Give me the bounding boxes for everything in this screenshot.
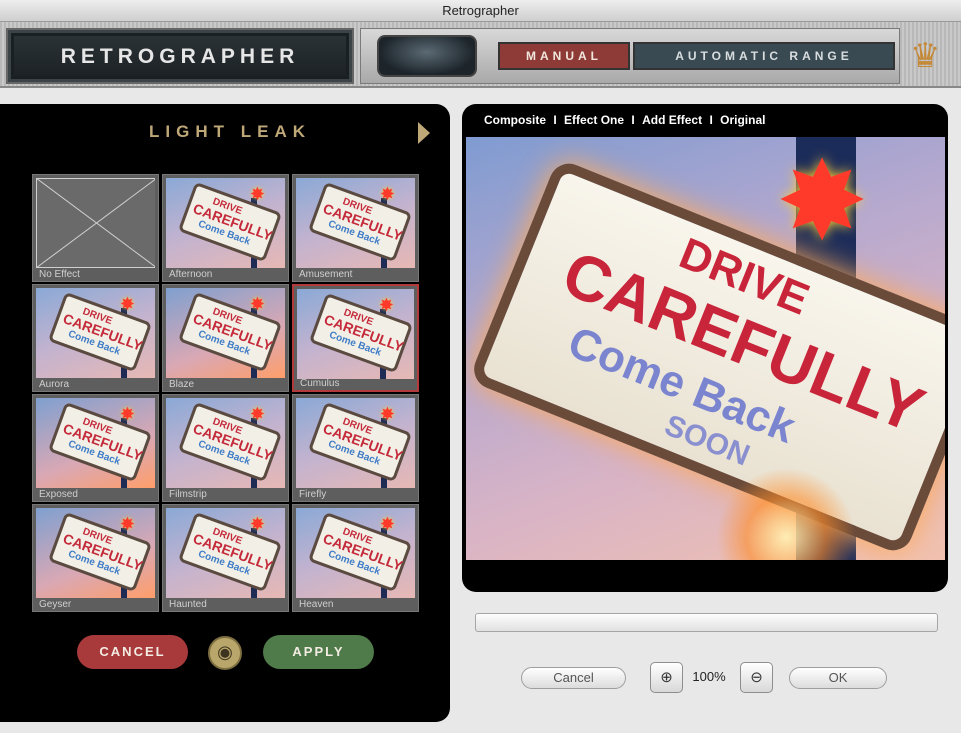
zoom-in-icon[interactable]: ⊕ — [650, 662, 683, 693]
preview-sign: DRIVE CAREFULLY Come Back SOON — [468, 157, 945, 557]
zoom-out-icon[interactable]: ⊖ — [740, 662, 773, 693]
neon-star-icon: ✸ — [379, 514, 395, 534]
thumb-label: Blaze — [169, 379, 195, 390]
thumb-image-sign: DRIVE CAREFULLY Come Back — [308, 292, 414, 374]
thumb-image-sign: DRIVE CAREFULLY Come Back — [47, 511, 153, 593]
effect-cancel-button[interactable]: CANCEL — [77, 635, 188, 669]
effect-thumb-geyser[interactable]: DRIVE CAREFULLY Come Back ✸ Geyser — [32, 504, 159, 612]
effect-thumb-blaze[interactable]: DRIVE CAREFULLY Come Back ✸ Blaze — [162, 284, 289, 392]
effect-thumb-cumulus[interactable]: DRIVE CAREFULLY Come Back ✸ Cumulus — [292, 284, 419, 392]
thumb-image: DRIVE CAREFULLY Come Back ✸ — [297, 289, 414, 379]
thumb-label: Heaven — [299, 599, 334, 610]
effect-thumb-no-effect[interactable]: No Effect — [32, 174, 159, 282]
tab-add-effect[interactable]: Add Effect — [642, 113, 702, 127]
thumb-image: DRIVE CAREFULLY Come Back ✸ — [166, 398, 285, 488]
neon-star-icon: ✸ — [119, 294, 135, 314]
preview-panel: Composite I Effect One I Add Effect I Or… — [462, 104, 948, 592]
tab-separator: I — [553, 113, 557, 127]
triangle-right-icon[interactable] — [418, 122, 430, 144]
app-logo: RETROGRAPHER — [6, 28, 354, 84]
thumb-image: DRIVE CAREFULLY Come Back ✸ — [36, 508, 155, 598]
thumb-label: Firefly — [299, 489, 327, 500]
crown-icon[interactable]: ♛ — [910, 36, 940, 76]
effects-panel: LIGHT LEAK No Effect DRIVE CAREFULLY Com… — [0, 104, 450, 722]
thumb-image-sign: DRIVE CAREFULLY Come Back — [177, 181, 283, 263]
window-title: Retrographer — [442, 3, 519, 18]
tab-separator: I — [631, 113, 635, 127]
effect-category-title: LIGHT LEAK — [149, 122, 311, 141]
ok-button[interactable]: OK — [789, 667, 887, 689]
cancel-button[interactable]: Cancel — [521, 667, 626, 689]
automatic-range-mode-button[interactable]: AUTOMATIC RANGE — [633, 42, 895, 70]
thumb-image-sign: DRIVE CAREFULLY Come Back — [47, 291, 153, 373]
preview-image[interactable]: DRIVE CAREFULLY Come Back SOON ✸ — [466, 137, 945, 560]
thumb-image: DRIVE CAREFULLY Come Back ✸ — [166, 178, 285, 268]
preview-tab-bar: Composite I Effect One I Add Effect I Or… — [484, 113, 765, 127]
effect-thumb-aurora[interactable]: DRIVE CAREFULLY Come Back ✸ Aurora — [32, 284, 159, 392]
neon-star-icon: ✸ — [379, 404, 395, 424]
tab-separator: I — [709, 113, 713, 127]
effect-thumb-amusement[interactable]: DRIVE CAREFULLY Come Back ✸ Amusement — [292, 174, 419, 282]
thumb-image-sign: DRIVE CAREFULLY Come Back — [307, 511, 413, 593]
thumb-label: Aurora — [39, 379, 70, 390]
thumb-image-sign: DRIVE CAREFULLY Come Back — [177, 291, 283, 373]
effect-thumbnail-grid: No Effect DRIVE CAREFULLY Come Back ✸ Af… — [32, 174, 420, 612]
thumb-label: Amusement — [299, 269, 353, 280]
thumb-label: Cumulus — [300, 378, 340, 389]
thumb-label: Exposed — [39, 489, 78, 500]
neon-star-icon: ✸ — [249, 514, 265, 534]
effect-thumb-haunted[interactable]: DRIVE CAREFULLY Come Back ✸ Haunted — [162, 504, 289, 612]
thumb-image: DRIVE CAREFULLY Come Back ✸ — [36, 398, 155, 488]
thumb-image-sign: DRIVE CAREFULLY Come Back — [177, 511, 283, 593]
thumb-label: Geyser — [39, 599, 72, 610]
tab-composite[interactable]: Composite — [484, 113, 546, 127]
thumb-image: DRIVE CAREFULLY Come Back ✸ — [296, 508, 415, 598]
thumb-image-sign: DRIVE CAREFULLY Come Back — [47, 401, 153, 483]
window-title-bar: Retrographer — [0, 0, 961, 22]
effect-thumb-firefly[interactable]: DRIVE CAREFULLY Come Back ✸ Firefly — [292, 394, 419, 502]
effect-thumb-afternoon[interactable]: DRIVE CAREFULLY Come Back ✸ Afternoon — [162, 174, 289, 282]
effect-thumb-exposed[interactable]: DRIVE CAREFULLY Come Back ✸ Exposed — [32, 394, 159, 502]
effect-apply-button[interactable]: APPLY — [263, 635, 374, 669]
thumb-image-sign: DRIVE CAREFULLY Come Back — [177, 401, 283, 483]
thumb-image: DRIVE CAREFULLY Come Back ✸ — [296, 178, 415, 268]
thumb-image-sign: DRIVE CAREFULLY Come Back — [307, 181, 413, 263]
neon-star-icon: ✸ — [249, 404, 265, 424]
effect-thumb-filmstrip[interactable]: DRIVE CAREFULLY Come Back ✸ Filmstrip — [162, 394, 289, 502]
lens-decoration-icon — [377, 35, 477, 77]
neon-star-icon: ✸ — [119, 514, 135, 534]
thumb-label: Filmstrip — [169, 489, 207, 500]
mode-plate: MANUAL AUTOMATIC RANGE — [360, 28, 900, 84]
neon-star-icon: ✸ — [379, 184, 395, 204]
thumb-image: DRIVE CAREFULLY Come Back ✸ — [296, 398, 415, 488]
eye-icon[interactable]: ◉ — [208, 636, 242, 670]
thumb-image-sign: DRIVE CAREFULLY Come Back — [307, 401, 413, 483]
neon-star-icon: ✸ — [249, 294, 265, 314]
neon-star-icon: ✸ — [119, 404, 135, 424]
logo-text: RETROGRAPHER — [14, 36, 346, 76]
thumb-label: Haunted — [169, 599, 207, 610]
tab-original[interactable]: Original — [720, 113, 765, 127]
zoom-level: 100% — [692, 669, 726, 684]
thumb-label: Afternoon — [169, 269, 213, 280]
tab-effect-one[interactable]: Effect One — [564, 113, 624, 127]
no-effect-placeholder-icon — [36, 178, 155, 268]
header-strip: RETROGRAPHER MANUAL AUTOMATIC RANGE ♛ — [0, 22, 961, 88]
neon-star-icon: ✸ — [249, 184, 265, 204]
thumb-image: DRIVE CAREFULLY Come Back ✸ — [36, 288, 155, 378]
manual-mode-button[interactable]: MANUAL — [498, 42, 630, 70]
effect-thumb-heaven[interactable]: DRIVE CAREFULLY Come Back ✸ Heaven — [292, 504, 419, 612]
progress-bar — [475, 613, 938, 632]
thumb-image: DRIVE CAREFULLY Come Back ✸ — [166, 508, 285, 598]
neon-star-icon: ✸ — [776, 140, 869, 263]
thumb-label: No Effect — [39, 269, 80, 280]
neon-star-icon: ✸ — [378, 295, 394, 315]
thumb-image: DRIVE CAREFULLY Come Back ✸ — [166, 288, 285, 378]
